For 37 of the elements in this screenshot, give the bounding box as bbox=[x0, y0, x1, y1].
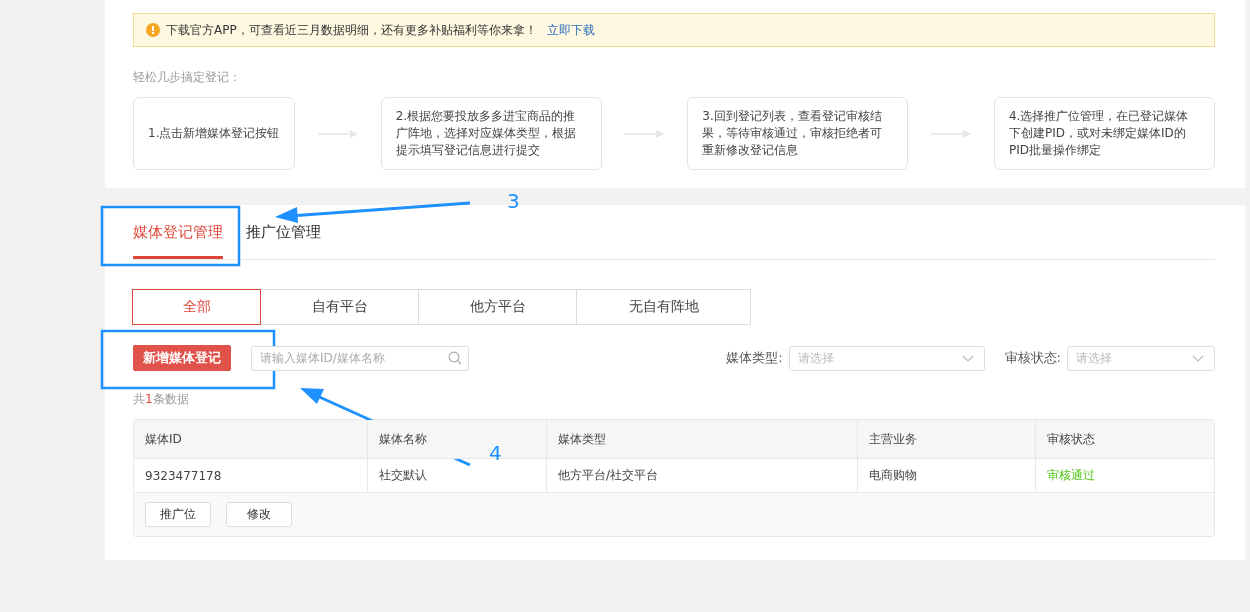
column-header: 主营业务 bbox=[858, 420, 1036, 458]
filter-tab[interactable]: 全部 bbox=[132, 289, 261, 325]
arrow-right-icon bbox=[624, 129, 665, 138]
tab[interactable]: 媒体登记管理 bbox=[133, 205, 223, 259]
filter-tab[interactable]: 自有平台 bbox=[260, 289, 419, 325]
tab[interactable]: 推广位管理 bbox=[246, 205, 321, 259]
step-card: 4.选择推广位管理，在已登记媒体下创建PID，或对未绑定媒体ID的PID批量操作绑定 bbox=[993, 97, 1215, 170]
notice-text: 下载官方APP，可查看近三月数据明细，还有更多补贴福利等你来拿！ bbox=[166, 21, 537, 39]
status-cell-text: 审核通过 bbox=[1046, 467, 1096, 484]
warning-icon bbox=[146, 23, 160, 37]
step-card: 2.根据您要投放多多进宝商品的推广阵地，选择对应媒体类型，根据提示填写登记信息进行提交 bbox=[380, 97, 602, 170]
table-cell: 电商购物 bbox=[858, 459, 1036, 492]
annotation-number: 3 bbox=[507, 189, 520, 213]
chevron-down-icon bbox=[961, 354, 974, 362]
record-count: 共1条数据 bbox=[133, 391, 190, 408]
search-icon bbox=[448, 350, 462, 365]
table-cell: 社交默认 bbox=[368, 459, 547, 492]
add-media-button[interactable]: 新增媒体登记 bbox=[133, 345, 231, 371]
column-header: 媒体类型 bbox=[547, 420, 858, 458]
filter-tab[interactable]: 他方平台 bbox=[418, 289, 577, 325]
download-link[interactable]: 立即下载 bbox=[546, 21, 595, 39]
column-header: 媒体ID bbox=[134, 420, 368, 458]
steps-title: 轻松几步搞定登记： bbox=[133, 69, 242, 86]
search-field[interactable]: 请输入媒体ID/媒体名称 bbox=[251, 345, 469, 371]
step-card: 3.回到登记列表，查看登记审核结果，等待审核通过，审核拒绝者可重新修改登记信息 bbox=[687, 97, 909, 170]
row-action-button[interactable]: 推广位 bbox=[145, 502, 211, 527]
chevron-down-icon bbox=[1192, 354, 1204, 362]
row-action-button[interactable]: 修改 bbox=[226, 502, 292, 527]
column-header: 审核状态 bbox=[1046, 430, 1096, 448]
filter-label: 媒体类型: bbox=[726, 349, 783, 367]
filter-tab[interactable]: 无自有阵地 bbox=[576, 289, 751, 325]
arrow-right-icon bbox=[317, 129, 358, 138]
filter-label: 审核状态: bbox=[1004, 349, 1061, 367]
table-cell: 9323477178 bbox=[134, 459, 368, 492]
step-card: 1.点击新增媒体登记按钮 bbox=[133, 97, 295, 170]
table-cell: 他方平台/社交平台 bbox=[547, 459, 858, 492]
arrow-right-icon bbox=[931, 129, 972, 138]
